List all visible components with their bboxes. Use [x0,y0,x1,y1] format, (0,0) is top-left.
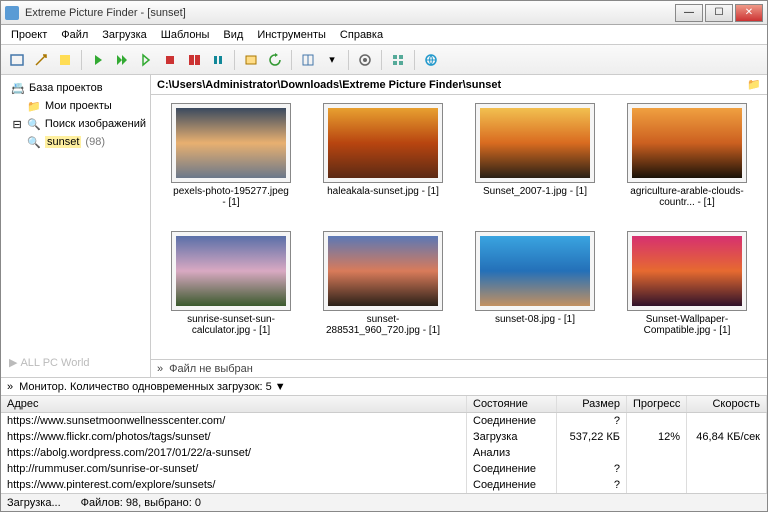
thumbnail-caption: pexels-photo-195277.jpeg - [1] [171,183,291,208]
path-text: C:\Users\Administrator\Downloads\Extreme… [157,79,501,91]
thumbnail-image [171,103,291,183]
window-title: Extreme Picture Finder - [sunset] [25,7,675,19]
tree-search-query[interactable]: 🔍 sunset (98) [5,133,146,151]
open-folder-icon[interactable]: 📁 [747,78,761,91]
thumbnail-item[interactable]: pexels-photo-195277.jpeg - [1] [159,103,303,223]
col-size[interactable]: Размер [557,396,627,412]
table-row[interactable]: https://www.sunsetmoonwellnesscenter.com… [1,413,767,429]
path-bar: C:\Users\Administrator\Downloads\Extreme… [151,75,767,95]
magnifier-icon: 🔍 [27,135,41,149]
app-icon [5,6,19,20]
web-icon[interactable] [421,50,441,70]
refresh-icon[interactable] [265,50,285,70]
play-icon[interactable] [88,50,108,70]
step-icon[interactable] [136,50,156,70]
thumbnail-caption: agriculture-arable-clouds-countr... - [1… [627,183,747,208]
play-all-icon[interactable] [112,50,132,70]
thumbnail-item[interactable]: Sunset-Wallpaper-Compatible.jpg - [1] [615,231,759,351]
tree-my-projects[interactable]: 📁 Мои проекты [5,97,146,115]
col-progress[interactable]: Прогресс [627,396,687,412]
table-row[interactable]: http://rummuser.com/sunrise-or-sunset/Со… [1,461,767,477]
table-row[interactable]: https://www.flickr.com/photos/tags/sunse… [1,429,767,445]
new-project-icon[interactable] [7,50,27,70]
menu-project[interactable]: Проект [5,27,53,43]
dropdown-icon[interactable]: ▾ [322,50,342,70]
status-files: Файлов: 98, выбрано: 0 [81,497,201,509]
table-header: Адрес Состояние Размер Прогресс Скорость [1,396,767,413]
pause-icon[interactable] [208,50,228,70]
tree-label: Мои проекты [45,100,112,112]
view-icon[interactable] [388,50,408,70]
watermark: ▶ ALL PC World [5,352,146,373]
tree-query-count: (98) [85,136,105,148]
thumbnail-caption: sunrise-sunset-sun-calculator.jpg - [1] [171,311,291,336]
titlebar: Extreme Picture Finder - [sunset] — ☐ ✕ [1,1,767,25]
thumbnail-item[interactable]: sunrise-sunset-sun-calculator.jpg - [1] [159,231,303,351]
database-icon: 📇 [11,81,25,95]
menubar: Проект Файл Загрузка Шаблоны Вид Инструм… [1,25,767,45]
watermark-icon: ▶ [9,356,17,369]
thumbnail-item[interactable]: sunset-08.jpg - [1] [463,231,607,351]
folder-icon: 📁 [27,99,41,113]
expand-icon[interactable]: ⊟ [11,117,23,131]
statusbar: Загрузка... Файлов: 98, выбрано: 0 [1,493,767,511]
tree-label: База проектов [29,82,103,94]
minimize-button[interactable]: — [675,4,703,22]
col-state[interactable]: Состояние [467,396,557,412]
stop-all-icon[interactable] [184,50,204,70]
search-icon: 🔍 [27,117,41,131]
col-speed[interactable]: Скорость [687,396,767,412]
thumbnail-item[interactable]: Sunset_2007-1.jpg - [1] [463,103,607,223]
thumbnail-image [475,103,595,183]
thumbnail-caption: haleakala-sunset.jpg - [1] [323,183,443,197]
thumbnail-grid: pexels-photo-195277.jpeg - [1] haleakala-… [151,95,767,359]
menu-help[interactable]: Справка [334,27,389,43]
thumbnail-image [627,103,747,183]
menu-view[interactable]: Вид [217,27,249,43]
stop-icon[interactable] [160,50,180,70]
wizard-icon[interactable] [31,50,51,70]
col-address[interactable]: Адрес [1,396,467,412]
sidebar: 📇 База проектов 📁 Мои проекты ⊟ 🔍 Поиск … [1,75,151,377]
thumbnail-image [171,231,291,311]
thumbnail-item[interactable]: sunset-288531_960_720.jpg - [1] [311,231,455,351]
tree-query-label: sunset [45,136,81,148]
thumbnail-caption: sunset-288531_960_720.jpg - [1] [323,311,443,336]
layout-icon[interactable] [298,50,318,70]
menu-file[interactable]: Файл [55,27,94,43]
thumbnail-image [323,231,443,311]
chevron-icon[interactable]: » [7,381,13,393]
menu-download[interactable]: Загрузка [96,27,152,43]
status-loading: Загрузка... [7,497,61,509]
thumbnail-item[interactable]: haleakala-sunset.jpg - [1] [311,103,455,223]
menu-templates[interactable]: Шаблоны [155,27,216,43]
thumbnail-caption: sunset-08.jpg - [1] [475,311,595,325]
thumbnail-item[interactable]: agriculture-arable-clouds-countr... - [1… [615,103,759,223]
file-selection-bar: » Файл не выбран [151,359,767,377]
thumbnail-image [323,103,443,183]
explorer-icon[interactable] [241,50,261,70]
maximize-button[interactable]: ☐ [705,4,733,22]
settings-icon[interactable] [355,50,375,70]
tree-label: Поиск изображений [45,118,146,130]
chevron-icon[interactable]: » [157,363,163,375]
download-table: Адрес Состояние Размер Прогресс Скорость… [1,395,767,493]
table-row[interactable]: https://www.pinterest.com/explore/sunset… [1,477,767,493]
table-row[interactable]: https://abolg.wordpress.com/2017/01/22/a… [1,445,767,461]
close-button[interactable]: ✕ [735,4,763,22]
menu-tools[interactable]: Инструменты [251,27,332,43]
thumbnail-caption: Sunset_2007-1.jpg - [1] [475,183,595,197]
thumbnail-image [627,231,747,311]
thumbnail-caption: Sunset-Wallpaper-Compatible.jpg - [1] [627,311,747,336]
toolbar: ▾ [1,45,767,75]
thumbnail-image [475,231,595,311]
tree-image-search[interactable]: ⊟ 🔍 Поиск изображений [5,115,146,133]
tree-projects-db[interactable]: 📇 База проектов [5,79,146,97]
note-icon[interactable] [55,50,75,70]
monitor-bar: » Монитор. Количество одновременных загр… [1,377,767,395]
